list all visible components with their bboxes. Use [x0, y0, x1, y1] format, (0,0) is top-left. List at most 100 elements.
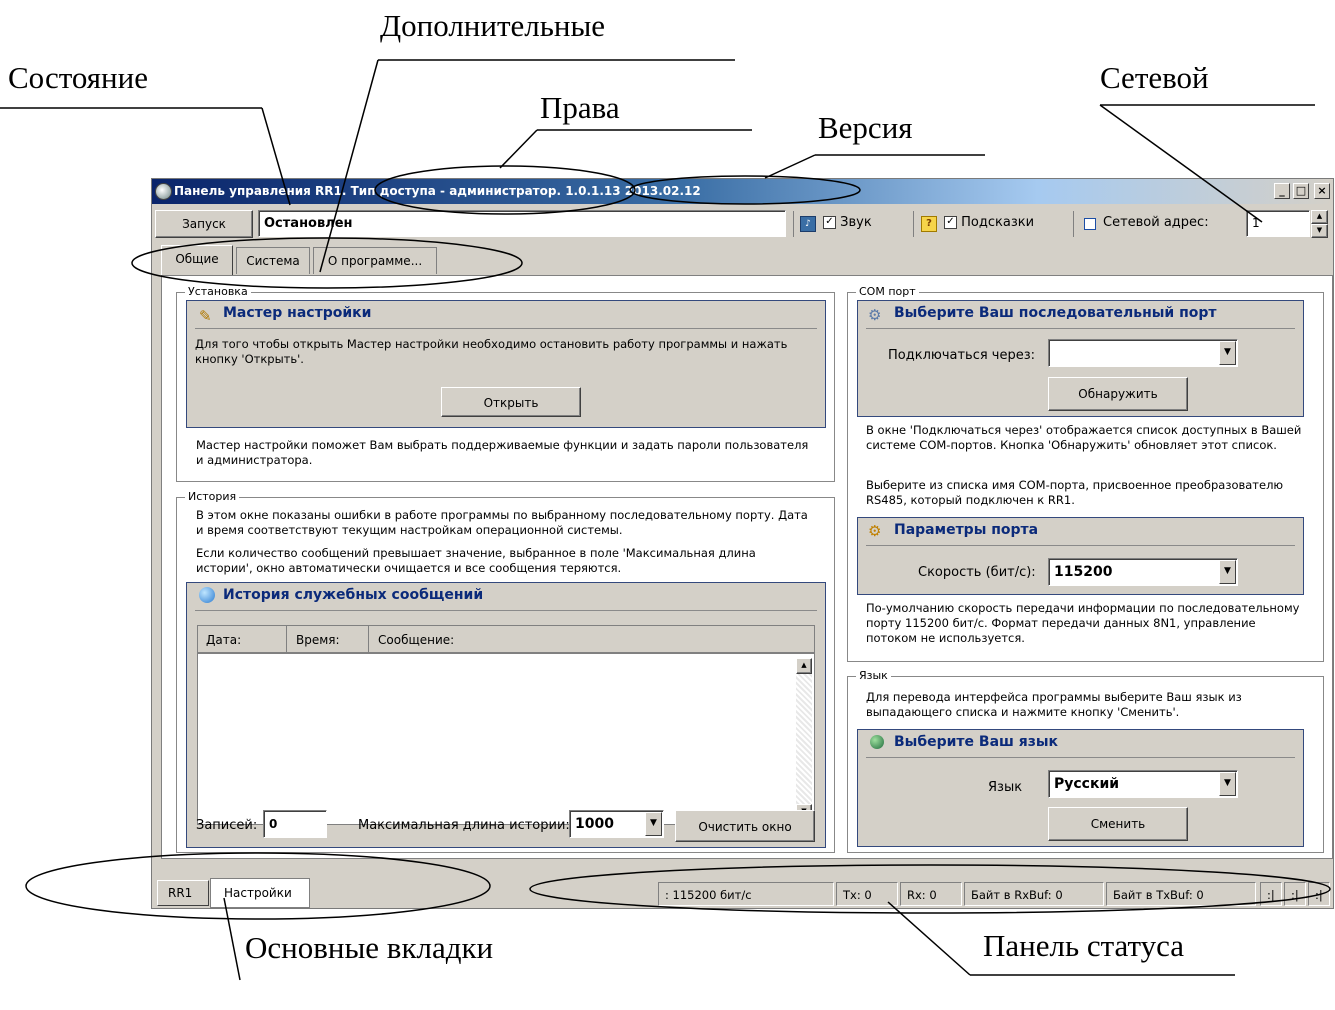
leader-line — [764, 154, 816, 179]
status-rxbuf: Байт в RxBuf: 0 — [964, 882, 1104, 906]
history-text-2: Если количество сообщений превышает знач… — [196, 546, 756, 575]
max-len-label: Максимальная длина истории: — [358, 818, 570, 833]
max-len-select[interactable]: 1000 ▼ — [569, 810, 664, 838]
globe-icon — [870, 735, 884, 749]
wizard-icon: ✎ — [199, 307, 212, 325]
setup-wizard-panel: ✎ Мастер настройки Для того чтобы открыт… — [186, 300, 826, 428]
change-button[interactable]: Сменить — [1048, 807, 1188, 841]
leader-line — [499, 129, 538, 169]
language-value: Русский — [1054, 776, 1120, 792]
com-port-panel: ⚙ Выберите Ваш последовательный порт Под… — [857, 300, 1304, 417]
net-address-input[interactable]: 1 — [1246, 210, 1310, 237]
sound-checkbox[interactable]: ✓ Звук — [823, 215, 872, 230]
status-cell-3: :| — [1308, 882, 1330, 906]
chevron-down-icon[interactable]: ▼ — [1219, 772, 1236, 796]
speed-label: Скорость (бит/с): — [918, 565, 1036, 580]
bottom-tab-settings[interactable]: Настройки — [210, 878, 310, 908]
leader-line — [887, 901, 971, 976]
spin-down-button[interactable]: ▼ — [1311, 224, 1328, 238]
connect-label: Подключаться через: — [888, 348, 1036, 363]
wizard-title: Мастер настройки — [223, 305, 372, 321]
language-group-label: Язык — [856, 669, 891, 682]
chevron-down-icon[interactable]: ▼ — [1219, 560, 1236, 584]
history-group-label: История — [185, 490, 240, 503]
connect-select[interactable]: ▼ — [1048, 339, 1238, 367]
clear-button[interactable]: Очистить окно — [675, 810, 815, 842]
status-tx: Tx: 0 — [836, 882, 898, 906]
language-rule — [866, 757, 1295, 758]
window-title: Панель управления RR1. Тип доступа - адм… — [174, 184, 701, 198]
records-field: 0 — [263, 810, 327, 838]
status-cell-2: :| — [1284, 882, 1306, 906]
com-port-title: Выберите Ваш последовательный порт — [894, 305, 1217, 321]
sound-icon: ♪ — [800, 216, 816, 232]
toolbar-separator — [913, 211, 914, 237]
language-label: Язык — [988, 780, 1023, 795]
spin-up-button[interactable]: ▲ — [1311, 210, 1328, 224]
hints-checkbox[interactable]: ✓ Подсказки — [944, 215, 1034, 230]
history-title: История служебных сообщений — [223, 587, 484, 603]
callout-extra: Дополнительные — [380, 8, 606, 43]
chevron-down-icon[interactable]: ▼ — [1219, 341, 1236, 365]
hints-check-box[interactable]: ✓ — [944, 216, 957, 229]
scrollbar-track[interactable] — [796, 658, 812, 820]
callout-version: Версия — [818, 110, 913, 145]
history-list[interactable]: ▲ ▼ — [197, 653, 815, 825]
tab-system[interactable]: Система — [236, 247, 310, 274]
com-port-rule — [866, 328, 1295, 329]
history-rule — [195, 610, 817, 611]
port-icon: ⚙ — [868, 306, 882, 324]
history-panel: История служебных сообщений Дата: Время:… — [186, 582, 826, 848]
callout-network: Сетевой — [1100, 60, 1209, 95]
col-divider — [286, 626, 287, 652]
toolbar-separator — [1073, 211, 1074, 237]
maximize-button[interactable]: □ — [1293, 183, 1309, 199]
status-speed: : 115200 бит/с — [658, 882, 834, 906]
col-divider — [368, 626, 369, 652]
start-button[interactable]: Запуск — [155, 210, 253, 238]
help-icon: ? — [921, 216, 937, 232]
detect-button[interactable]: Обнаружить — [1048, 377, 1188, 411]
port-params-rule — [866, 545, 1295, 546]
port-params-title: Параметры порта — [894, 522, 1039, 538]
history-icon — [199, 587, 215, 603]
close-button[interactable]: × — [1314, 183, 1330, 199]
com-text-1: В окне 'Подключаться через' отображается… — [866, 423, 1302, 452]
col-message[interactable]: Сообщение: — [378, 633, 454, 647]
history-text-1: В этом окне показаны ошибки в работе про… — [196, 508, 808, 537]
tab-general[interactable]: Общие — [161, 245, 233, 276]
scroll-up-button[interactable]: ▲ — [796, 658, 812, 674]
speed-select[interactable]: 115200 ▼ — [1048, 558, 1238, 586]
status-cell-1: :| — [1260, 882, 1282, 906]
params-icon: ⚙ — [868, 522, 882, 540]
history-list-header: Дата: Время: Сообщение: — [197, 625, 815, 653]
max-len-value: 1000 — [575, 816, 614, 832]
leader-line — [223, 897, 241, 981]
sound-label: Звук — [840, 215, 872, 230]
title-bar[interactable]: Панель управления RR1. Тип доступа - адм… — [152, 179, 1333, 204]
bottom-tab-rr1[interactable]: RR1 — [157, 880, 209, 906]
hints-label: Подсказки — [961, 215, 1035, 230]
minimize-button[interactable]: _ — [1274, 183, 1290, 199]
speed-value: 115200 — [1054, 564, 1113, 580]
callout-main-tabs: Основные вкладки — [245, 930, 494, 965]
tab-about[interactable]: О программе... — [313, 247, 437, 274]
language-select[interactable]: Русский ▼ — [1048, 770, 1238, 798]
sound-check-box[interactable]: ✓ — [823, 216, 836, 229]
col-time[interactable]: Время: — [296, 633, 340, 647]
open-button[interactable]: Открыть — [441, 387, 581, 417]
wizard-help-text: Мастер настройки поможет Вам выбрать под… — [196, 438, 809, 467]
com-text-2: Выберите из списка имя COM-порта, присво… — [866, 478, 1284, 507]
language-text: Для перевода интерфейса программы выбери… — [866, 690, 1242, 719]
col-date[interactable]: Дата: — [206, 633, 241, 647]
callout-rights: Права — [540, 90, 620, 125]
app-icon — [155, 183, 172, 200]
toolbar-separator — [793, 211, 794, 237]
chevron-down-icon[interactable]: ▼ — [645, 812, 662, 836]
language-panel: Выберите Ваш язык Язык Русский ▼ Сменить — [857, 729, 1304, 847]
net-address-label: Сетевой адрес: — [1103, 215, 1209, 230]
records-label: Записей: — [196, 818, 258, 833]
setup-group-label: Установка — [185, 285, 251, 298]
network-icon — [1084, 218, 1096, 230]
wizard-rule — [195, 328, 817, 329]
